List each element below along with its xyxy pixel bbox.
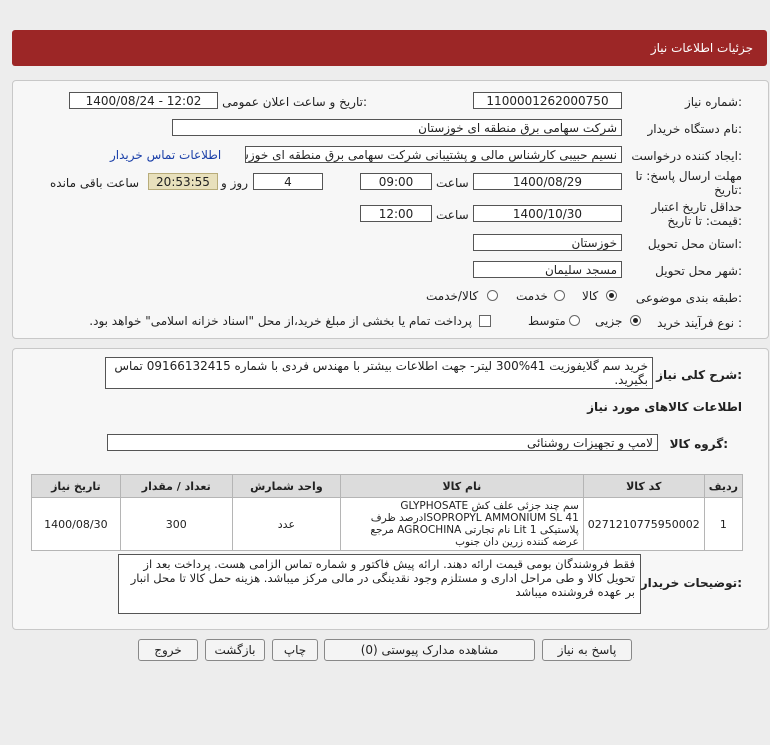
buyer-notes-label: توضیحات خریدار:: [640, 576, 742, 590]
goods-group-field: لامپ و تجهیزات روشنائی: [107, 434, 658, 451]
city-field: مسجد سلیمان: [473, 261, 622, 278]
reply-button[interactable]: پاسخ به نیاز: [542, 639, 632, 661]
validity-label-1: حداقل تاریخ اعتبار: [651, 200, 742, 214]
remaining-time-label: ساعت باقی مانده: [50, 176, 140, 190]
print-button[interactable]: چاپ: [272, 639, 318, 661]
deadline-time-field: 09:00: [360, 173, 432, 190]
col-need-date: تاریخ نیاز: [31, 474, 121, 498]
goods-table: تاریخ نیاز تعداد / مقدار واحد شمارش نام …: [31, 474, 744, 551]
goods-group-label: گروه کالا:: [669, 437, 728, 451]
row-unit: عدد: [231, 497, 342, 551]
goods-table-header: تاریخ نیاز تعداد / مقدار واحد شمارش نام …: [31, 474, 744, 498]
goods-section-title: اطلاعات کالاهای مورد نیاز: [587, 400, 742, 414]
buyer-notes-field: فقط فروشندگان بومی قیمت ارائه دهند. ارائ…: [118, 554, 641, 614]
category-goods-label: کالا: [582, 289, 599, 303]
process-medium-radio[interactable]: [569, 315, 580, 326]
category-both-label: کالا/خدمت: [426, 289, 479, 303]
row-item-name: سم چند جزئی علف کش GLYPHOSATE ISOPROPYL …: [340, 497, 584, 551]
creator-label: ایجاد کننده درخواست:: [631, 149, 742, 163]
col-quantity: تعداد / مقدار: [119, 474, 233, 498]
category-service-radio[interactable]: [554, 290, 565, 301]
row-item-code: 0271210775950002: [582, 497, 705, 551]
back-button[interactable]: بازگشت: [205, 639, 265, 661]
row-quantity: 300: [119, 497, 233, 551]
announce-field: 1400/08/24 - 12:02: [69, 92, 218, 109]
deadline-label-2: تاریخ:: [714, 183, 742, 197]
buyer-contact-link[interactable]: اطلاعات تماس خریدار: [110, 148, 221, 162]
category-service-label: خدمت: [516, 289, 548, 303]
col-item-name: نام کالا: [340, 474, 584, 498]
row-number: 1: [703, 497, 744, 551]
category-both-radio[interactable]: [487, 290, 498, 301]
category-goods-radio[interactable]: [606, 290, 617, 301]
deadline-label-1: مهلت ارسال پاسخ: تا: [635, 169, 742, 183]
buyer-org-field: شرکت سهامی برق منطقه ای خوزستان: [172, 119, 622, 136]
validity-date-field: 1400/10/30: [473, 205, 622, 222]
creator-field: نسیم حبیبی کارشناس مالی و پشتیبانی شرکت …: [245, 146, 622, 163]
summary-label: شرح کلی نیاز:: [656, 368, 742, 382]
col-row: ردیف: [703, 474, 744, 498]
buyer-org-label: نام دستگاه خریدار:: [647, 122, 743, 136]
remaining-time-field: 20:53:55: [148, 173, 218, 190]
col-item-code: کد کالا: [582, 474, 705, 498]
summary-field: خرید سم گلایفوزیت 41%300 لیتر- جهت اطلاع…: [105, 357, 653, 389]
attachments-button[interactable]: مشاهده مدارک پیوستی (0): [324, 639, 535, 661]
validity-label-2: قیمت: تا تاریخ:: [667, 214, 742, 228]
deadline-time-label: ساعت: [436, 176, 469, 190]
page-title: جزئیات اطلاعات نیاز: [650, 41, 753, 55]
need-number-field: 1100001262000750: [473, 92, 622, 109]
province-label: استان محل تحویل:: [647, 237, 742, 251]
days-label: روز و: [221, 176, 248, 190]
deadline-date-field: 1400/08/29: [473, 173, 622, 190]
treasury-payment-note: پرداخت تمام یا بخشی از مبلغ خرید،از محل …: [89, 314, 472, 328]
page-header: جزئیات اطلاعات نیاز: [12, 30, 767, 66]
city-label: شهر محل تحویل:: [655, 264, 742, 278]
row-need-date: 1400/08/30: [31, 497, 121, 551]
process-minor-label: جزیی: [595, 314, 623, 328]
table-row: 1400/08/30 300 عدد سم چند جزئی علف کش GL…: [31, 497, 744, 551]
col-unit: واحد شمارش: [231, 474, 342, 498]
category-label: طبقه بندی موضوعی:: [635, 291, 742, 305]
days-remaining-field: 4: [253, 173, 323, 190]
validity-time-field: 12:00: [360, 205, 432, 222]
province-field: خوزستان: [473, 234, 622, 251]
need-number-label: شماره نیاز:: [684, 95, 742, 109]
validity-time-label: ساعت: [436, 208, 469, 222]
process-label: نوع فرآیند خرید :: [657, 316, 742, 330]
process-medium-label: متوسط: [528, 314, 566, 328]
treasury-payment-checkbox[interactable]: [479, 315, 491, 327]
process-minor-radio[interactable]: [630, 315, 641, 326]
announce-label: تاریخ و ساعت اعلان عمومی:: [222, 95, 367, 109]
exit-button[interactable]: خروج: [138, 639, 198, 661]
